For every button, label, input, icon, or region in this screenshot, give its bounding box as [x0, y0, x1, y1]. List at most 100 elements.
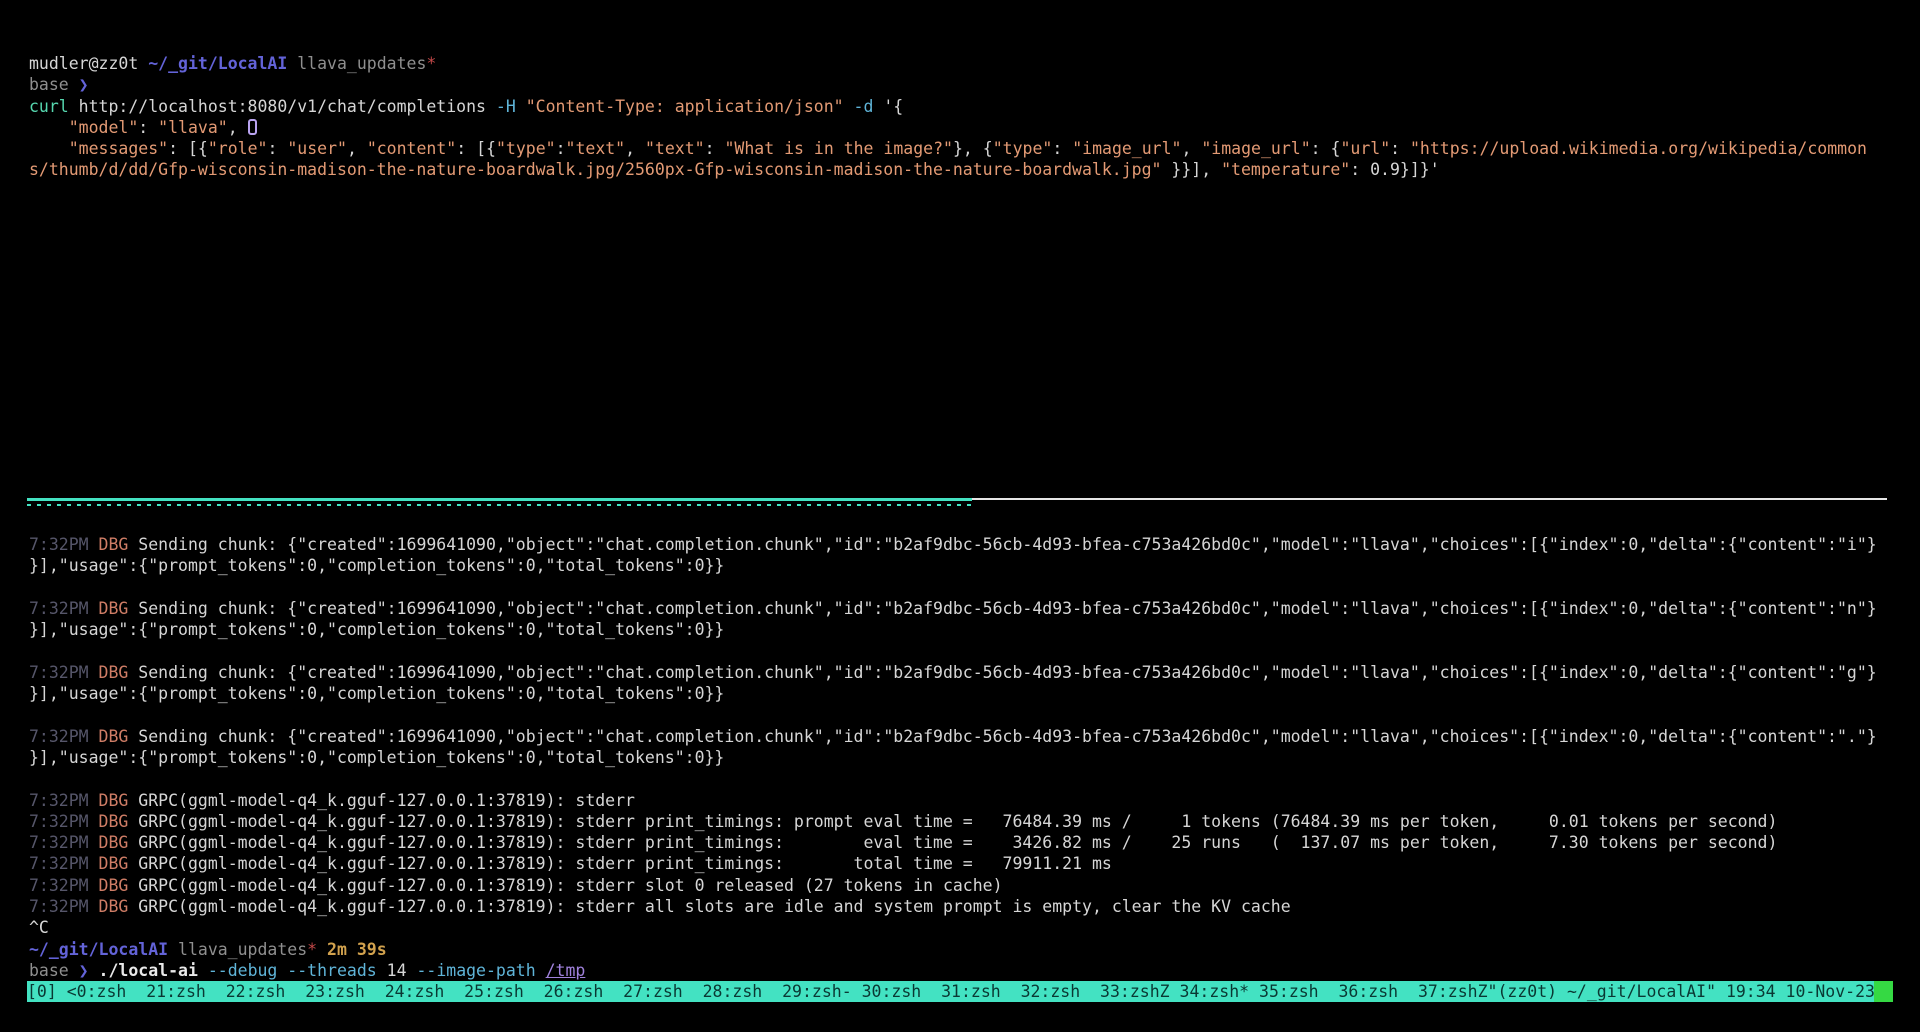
cwd-path: ~/_git/LocalAI: [29, 940, 168, 959]
tmux-window-25zsh[interactable]: 25:zsh: [464, 982, 524, 1001]
tmux-window-21zsh[interactable]: 21:zsh: [146, 982, 206, 1001]
text-segment: "messages": [69, 139, 168, 158]
pane-divider[interactable]: [27, 498, 1887, 508]
tmux-window-29zsh[interactable]: 29:zsh-: [782, 982, 852, 1001]
text-segment: "What is in the image?": [724, 139, 952, 158]
terminal-line: s/thumb/d/dd/Gfp-wisconsin-madison-the-n…: [29, 159, 1892, 180]
text-segment: }],"usage":{"prompt_tokens":0,"completio…: [29, 556, 724, 575]
text-segment: [516, 97, 526, 116]
interrupt-signal: ^C: [29, 918, 49, 937]
terminal-line: "model": "llava",: [29, 117, 1892, 138]
text-segment: [844, 97, 854, 116]
terminal-line: 7:32PM DBG Sending chunk: {"created":169…: [29, 662, 1892, 683]
text-segment: '{: [873, 97, 903, 116]
log-timestamp: 7:32PM: [29, 663, 99, 682]
terminal-line: }],"usage":{"prompt_tokens":0,"completio…: [29, 555, 1892, 576]
terminal-line: curl http://localhost:8080/v1/chat/compl…: [29, 96, 1892, 117]
text-segment: ,: [228, 118, 248, 137]
command-duration-badge: 2m 39s: [327, 940, 387, 959]
terminal-line: "messages": [{"role": "user", "content":…: [29, 138, 1892, 159]
text-segment: "text": [645, 139, 705, 158]
window-list: <0:zsh 21:zsh 22:zsh 23:zsh 24:zsh 25:zs…: [67, 982, 1488, 1001]
tmux-window-28zsh[interactable]: 28:zsh: [703, 982, 763, 1001]
tmux-window-34zsh[interactable]: 34:zsh*: [1180, 982, 1250, 1001]
terminal-line: [29, 577, 1892, 598]
text-segment: http://localhost:8080/v1/chat/completion…: [69, 97, 496, 116]
log-timestamp: 7:32PM: [29, 854, 99, 873]
log-timestamp: 7:32PM: [29, 897, 99, 916]
text-segment: :: [267, 139, 287, 158]
log-timestamp: 7:32PM: [29, 599, 99, 618]
tmux-window-36zsh[interactable]: 36:zsh: [1339, 982, 1399, 1001]
text-segment: }],"usage":{"prompt_tokens":0,"completio…: [29, 748, 724, 767]
conda-env-label: base: [29, 961, 79, 980]
text-segment: GRPC(ggml-model-q4_k.gguf-127.0.0.1:3781…: [138, 812, 1777, 831]
text-segment: : {: [1311, 139, 1341, 158]
text-segment: ,: [347, 139, 367, 158]
prompt-symbol: ❯: [79, 961, 99, 980]
tmux-window-23zsh[interactable]: 23:zsh: [305, 982, 365, 1001]
tmux-window-26zsh[interactable]: 26:zsh: [544, 982, 604, 1001]
tmux-window-0zsh[interactable]: <0:zsh: [67, 982, 127, 1001]
terminal-line: 7:32PM DBG GRPC(ggml-model-q4_k.gguf-127…: [29, 811, 1892, 832]
text-segment: "type": [993, 139, 1053, 158]
text-segment: GRPC(ggml-model-q4_k.gguf-127.0.0.1:3781…: [138, 897, 1290, 916]
bottom-pane[interactable]: 7:32PM DBG Sending chunk: {"created":169…: [29, 534, 1892, 981]
log-level-badge: DBG: [99, 833, 139, 852]
text-segment: "llava": [158, 118, 228, 137]
text-segment: :: [138, 118, 158, 137]
text-segment: "Content-Type: application/json": [526, 97, 844, 116]
statusbar-end-accent: [1874, 981, 1893, 1002]
tmux-window-30zsh[interactable]: 30:zsh: [862, 982, 922, 1001]
git-dirty-indicator: *: [307, 940, 317, 959]
text-segment: [317, 940, 327, 959]
text-segment: : [{: [168, 139, 208, 158]
tmux-window-33zshZ[interactable]: 33:zshZ: [1100, 982, 1170, 1001]
top-pane[interactable]: mudler@zz0t ~/_git/LocalAI llava_updates…: [29, 53, 1892, 181]
tmp-path-link[interactable]: /tmp: [546, 961, 586, 980]
text-segment: }}],: [1161, 160, 1221, 179]
log-level-badge: DBG: [99, 535, 139, 554]
tmux-window-31zsh[interactable]: 31:zsh: [941, 982, 1001, 1001]
log-level-badge: DBG: [99, 812, 139, 831]
log-level-badge: DBG: [99, 876, 139, 895]
log-timestamp: 7:32PM: [29, 727, 99, 746]
terminal-line: 7:32PM DBG Sending chunk: {"created":169…: [29, 598, 1892, 619]
conda-env-label: base: [29, 75, 79, 94]
text-segment: :: [1052, 139, 1072, 158]
log-level-badge: DBG: [99, 854, 139, 873]
tmux-window-27zsh[interactable]: 27:zsh: [623, 982, 683, 1001]
git-branch-label: llava_updates: [297, 54, 426, 73]
log-timestamp: 7:32PM: [29, 876, 99, 895]
log-level-badge: DBG: [99, 599, 139, 618]
terminal-line: 7:32PM DBG GRPC(ggml-model-q4_k.gguf-127…: [29, 853, 1892, 874]
text-segment: "image_url": [1201, 139, 1310, 158]
terminal-line: base ❯: [29, 74, 1892, 95]
text-segment: GRPC(ggml-model-q4_k.gguf-127.0.0.1:3781…: [138, 876, 1002, 895]
text-segment: "content": [367, 139, 456, 158]
flag-debug-threads: --debug --threads: [208, 961, 387, 980]
command-name: ./local-ai: [99, 961, 208, 980]
tmux-window-24zsh[interactable]: 24:zsh: [385, 982, 445, 1001]
text-segment: GRPC(ggml-model-q4_k.gguf-127.0.0.1:3781…: [138, 833, 1777, 852]
log-timestamp: 7:32PM: [29, 812, 99, 831]
terminal-line: mudler@zz0t ~/_git/LocalAI llava_updates…: [29, 53, 1892, 74]
text-segment: "user": [287, 139, 347, 158]
text-segment: ,: [625, 139, 645, 158]
terminal-cursor: [248, 119, 257, 135]
tmux-window-22zsh[interactable]: 22:zsh: [226, 982, 286, 1001]
tmux-window-37zshZ[interactable]: 37:zshZ: [1418, 982, 1488, 1001]
tmux-window-32zsh[interactable]: 32:zsh: [1021, 982, 1081, 1001]
cwd-path: ~/_git/LocalAI: [148, 54, 287, 73]
terminal-line: 7:32PM DBG GRPC(ggml-model-q4_k.gguf-127…: [29, 875, 1892, 896]
text-segment: [29, 118, 69, 137]
text-segment: [168, 940, 178, 959]
terminal-line: 7:32PM DBG GRPC(ggml-model-q4_k.gguf-127…: [29, 790, 1892, 811]
git-dirty-indicator: *: [426, 54, 436, 73]
terminal-line: ~/_git/LocalAI llava_updates* 2m 39s: [29, 939, 1892, 960]
terminal[interactable]: { "colors": { "bg": "#000000", "fg": "#d…: [0, 0, 1920, 1032]
text-segment: "model": [69, 118, 139, 137]
git-branch-label: llava_updates: [178, 940, 307, 959]
tmux-window-35zsh[interactable]: 35:zsh: [1259, 982, 1319, 1001]
status-right: "(zz0t) ~/_git/LocalAI" 19:34 10-Nov-23: [1488, 982, 1875, 1001]
